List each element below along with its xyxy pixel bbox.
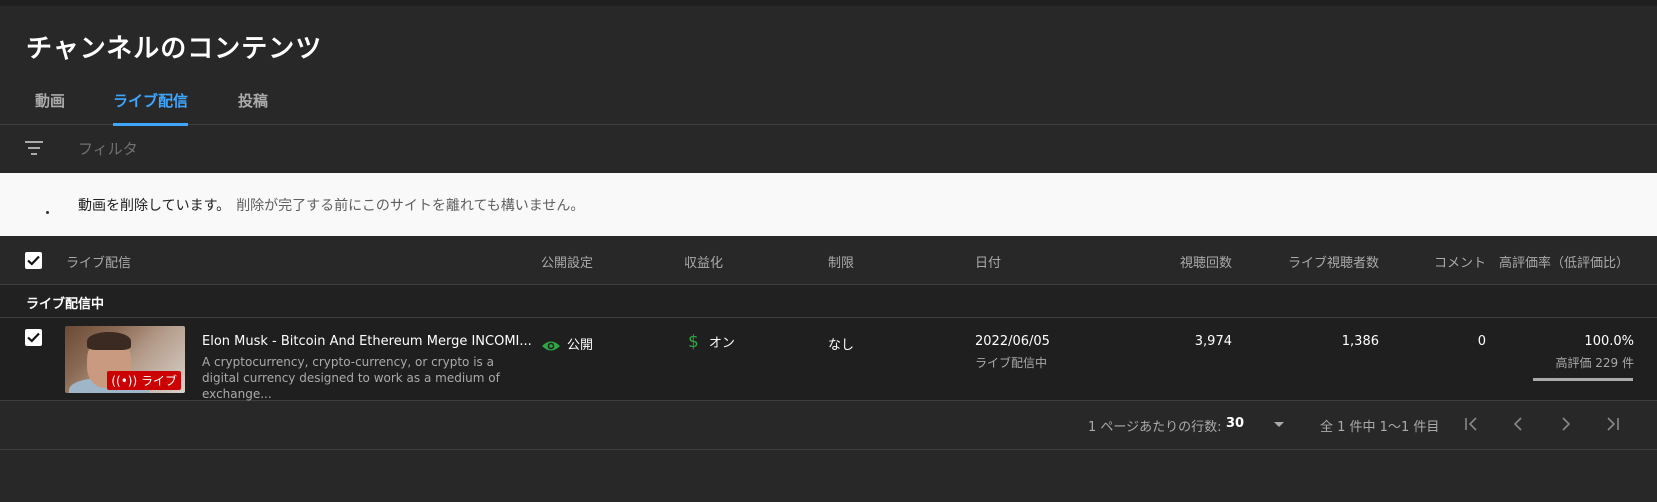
filter-bar: フィルタ bbox=[0, 125, 1657, 172]
spinner-icon bbox=[46, 211, 49, 214]
filter-input[interactable]: フィルタ bbox=[78, 138, 138, 159]
like-ratio-cell: 100.0% bbox=[1584, 334, 1634, 349]
visibility-cell[interactable]: 公開 bbox=[541, 334, 593, 353]
like-ratio-fill bbox=[1533, 378, 1633, 381]
chevron-down-icon[interactable] bbox=[1274, 422, 1284, 427]
like-ratio-bar bbox=[1533, 378, 1633, 381]
section-label: ライブ配信中 bbox=[26, 297, 105, 312]
table-header: ライブ配信 公開設定 収益化 制限 日付 視聴回数 ライブ視聴者数 コメント 高… bbox=[0, 237, 1657, 285]
date-status: ライブ配信中 bbox=[975, 356, 1048, 370]
col-like-ratio[interactable]: 高評価率（低評価比） bbox=[1499, 252, 1629, 271]
video-thumbnail[interactable]: ((•)) ライブ bbox=[65, 326, 185, 393]
comments-cell: 0 bbox=[1477, 334, 1486, 349]
tab-live[interactable]: ライブ配信 bbox=[113, 90, 189, 126]
monetization-label: オン bbox=[708, 336, 735, 351]
views-cell: 3,974 bbox=[1194, 334, 1232, 349]
live-viewers-cell: 1,386 bbox=[1341, 334, 1379, 349]
select-all-checkbox[interactable] bbox=[25, 252, 42, 269]
col-live-viewers[interactable]: ライブ視聴者数 bbox=[1288, 252, 1379, 271]
section-header: ライブ配信中 bbox=[0, 285, 1657, 318]
tab-videos[interactable]: 動画 bbox=[35, 90, 65, 123]
col-restrictions[interactable]: 制限 bbox=[828, 252, 854, 271]
check-icon bbox=[27, 255, 40, 266]
table-row[interactable]: ((•)) ライブ Elon Musk - Bitcoin And Ethere… bbox=[0, 318, 1657, 401]
row-checkbox[interactable] bbox=[25, 329, 42, 346]
filter-icon[interactable] bbox=[25, 141, 43, 155]
video-title[interactable]: Elon Musk - Bitcoin And Ethereum Merge I… bbox=[202, 334, 532, 349]
broadcast-icon: ((•)) bbox=[111, 374, 141, 388]
rows-per-page-label: 1 ページあたりの行数: bbox=[1088, 420, 1222, 435]
monetization-cell[interactable]: $ オン bbox=[688, 332, 735, 352]
col-monetization[interactable]: 収益化 bbox=[684, 252, 723, 271]
banner-main: 動画を削除しています。 bbox=[78, 198, 231, 214]
top-strip bbox=[0, 0, 1657, 6]
page-range: 全 1 件中 1～1 件目 bbox=[1320, 420, 1440, 435]
prev-page-icon[interactable] bbox=[1508, 414, 1528, 434]
banner-message: 動画を削除しています。 削除が完了する前にこのサイトを離れても構いません。 bbox=[78, 195, 584, 215]
tab-bar: 動画 ライブ配信 投稿 bbox=[0, 80, 1657, 126]
live-badge: ((•)) ライブ bbox=[107, 371, 181, 390]
last-page-icon[interactable] bbox=[1603, 414, 1623, 434]
date-cell: 2022/06/05 bbox=[975, 334, 1050, 349]
video-description: A cryptocurrency, crypto-currency, or cr… bbox=[202, 355, 500, 401]
rows-per-page-select[interactable]: 30 bbox=[1226, 416, 1244, 431]
restrictions-cell: なし bbox=[828, 338, 855, 353]
check-icon bbox=[27, 332, 40, 343]
col-visibility[interactable]: 公開設定 bbox=[541, 252, 593, 271]
deleting-banner: 動画を削除しています。 削除が完了する前にこのサイトを離れても構いません。 bbox=[0, 173, 1657, 236]
first-page-icon[interactable] bbox=[1461, 414, 1481, 434]
visibility-label: 公開 bbox=[567, 338, 594, 353]
page-title: チャンネルのコンテンツ bbox=[26, 34, 323, 64]
next-page-icon[interactable] bbox=[1556, 414, 1576, 434]
pagination: 1 ページあたりの行数: 30 全 1 件中 1～1 件目 bbox=[0, 401, 1657, 450]
col-views[interactable]: 視聴回数 bbox=[1180, 252, 1232, 271]
col-comments[interactable]: コメント bbox=[1434, 252, 1486, 271]
tab-posts[interactable]: 投稿 bbox=[238, 90, 268, 123]
eye-icon bbox=[542, 341, 560, 350]
likes-count: 高評価 229 件 bbox=[1555, 356, 1634, 370]
dollar-icon: $ bbox=[688, 332, 699, 352]
col-live[interactable]: ライブ配信 bbox=[66, 252, 131, 271]
col-date[interactable]: 日付 bbox=[975, 252, 1001, 271]
banner-detail: 削除が完了する前にこのサイトを離れても構いません。 bbox=[236, 198, 585, 214]
